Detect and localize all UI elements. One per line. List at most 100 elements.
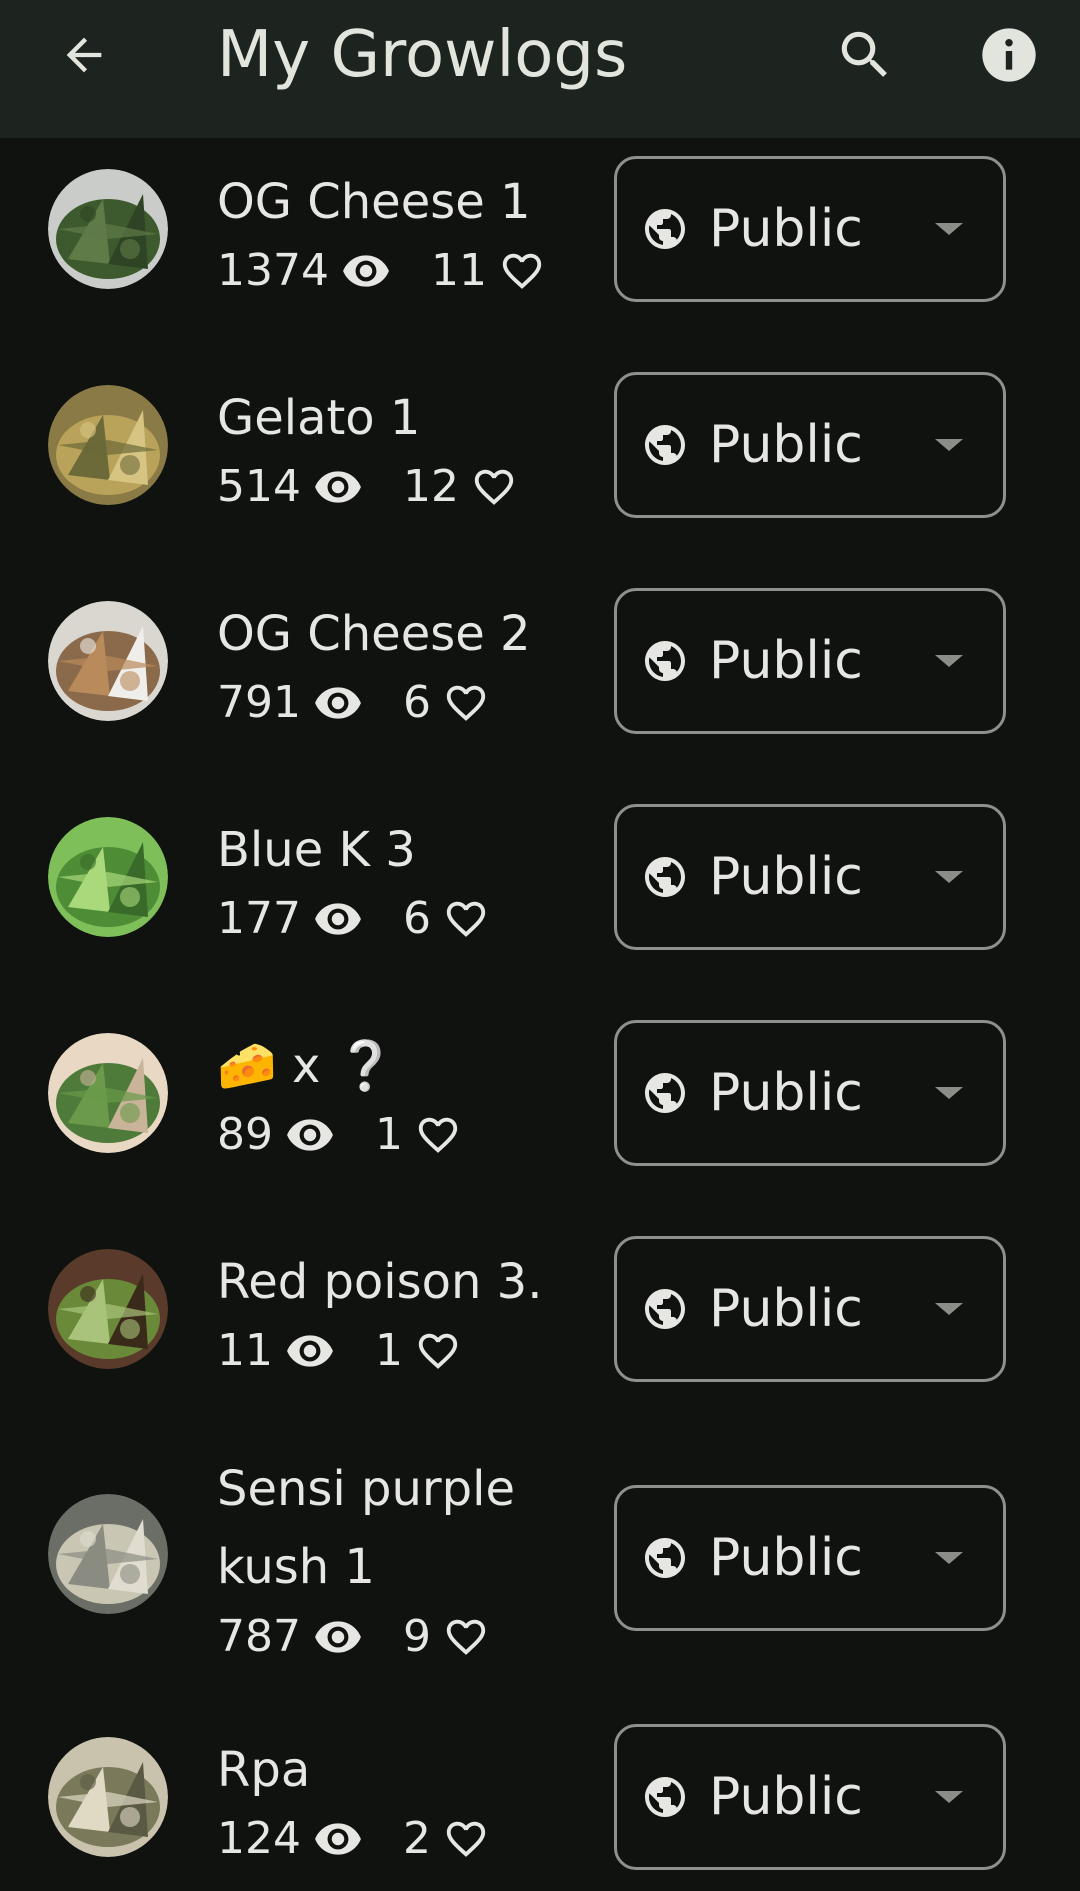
- views-icon: [315, 903, 361, 935]
- growlog-info[interactable]: Blue K 3 177 6: [217, 812, 577, 950]
- growlog-name: 🧀 x ❔: [217, 1038, 396, 1094]
- growlog-row[interactable]: Rpa 124 2 Public: [0, 1722, 1080, 1872]
- search-icon: [841, 31, 887, 77]
- growlog-avatar[interactable]: [48, 1249, 168, 1369]
- views-icon: [315, 687, 361, 719]
- likes-stat: 11: [431, 240, 545, 302]
- likes-stat: 12: [403, 456, 517, 518]
- growlog-avatar[interactable]: [48, 385, 168, 505]
- visibility-label: Public: [709, 847, 863, 907]
- growlog-row[interactable]: 🧀 x ❔ 89 1 Public: [0, 1018, 1080, 1168]
- views-count: 124: [217, 1813, 301, 1864]
- likes-count: 6: [402, 893, 431, 944]
- visibility-dropdown[interactable]: Public: [614, 1020, 1006, 1166]
- growlog-stats: 89 1: [217, 1104, 577, 1166]
- likes-count: 11: [430, 245, 487, 296]
- visibility-dropdown[interactable]: Public: [614, 804, 1006, 950]
- likes-stat: 6: [403, 888, 489, 950]
- growlog-stats: 791 6: [217, 672, 577, 734]
- growlog-row[interactable]: Sensi purple kush 1 787 9 Public: [0, 1450, 1080, 1666]
- views-stat: 11: [217, 1320, 335, 1382]
- growlog-row[interactable]: Blue K 3 177 6 Public: [0, 802, 1080, 952]
- likes-icon: [446, 1619, 486, 1655]
- back-button[interactable]: [48, 14, 120, 96]
- info-button[interactable]: [968, 14, 1050, 96]
- visibility-dropdown[interactable]: Public: [614, 588, 1006, 734]
- likes-icon: [474, 469, 514, 505]
- visibility-label: Public: [709, 631, 863, 691]
- growlog-stats: 787 9: [217, 1606, 577, 1668]
- views-count: 787: [217, 1611, 301, 1662]
- growlog-list[interactable]: OG Cheese 1 1374 11 Public Gelato 1 514 12…: [0, 138, 1080, 1891]
- growlog-avatar[interactable]: [48, 601, 168, 721]
- dropdown-caret-icon: [935, 1791, 963, 1803]
- search-button[interactable]: [826, 14, 904, 96]
- growlog-info[interactable]: OG Cheese 2 791 6: [217, 596, 577, 734]
- visibility-dropdown[interactable]: Public: [614, 1485, 1006, 1631]
- growlog-stats: 11 1: [217, 1320, 577, 1382]
- dropdown-caret-icon: [935, 439, 963, 451]
- globe-icon: [645, 1538, 685, 1578]
- dropdown-caret-icon: [935, 655, 963, 667]
- views-stat: 1374: [217, 240, 391, 302]
- visibility-label: Public: [709, 1528, 863, 1588]
- views-count: 11: [217, 1325, 273, 1376]
- visibility-dropdown[interactable]: Public: [614, 1724, 1006, 1870]
- likes-icon: [446, 901, 486, 937]
- page-title: My Growlogs: [217, 18, 628, 92]
- dropdown-caret-icon: [935, 871, 963, 883]
- globe-icon: [645, 1777, 685, 1817]
- views-icon: [315, 1621, 361, 1653]
- growlog-avatar[interactable]: [48, 169, 168, 289]
- info-icon: [982, 28, 1036, 82]
- views-stat: 514: [217, 456, 363, 518]
- dropdown-caret-icon: [935, 1552, 963, 1564]
- visibility-label: Public: [709, 1767, 863, 1827]
- visibility-label: Public: [709, 1063, 863, 1123]
- visibility-dropdown[interactable]: Public: [614, 372, 1006, 518]
- growlog-info[interactable]: OG Cheese 1 1374 11: [217, 164, 577, 302]
- growlog-row[interactable]: Red poison 3. 11 1 Public: [0, 1234, 1080, 1384]
- growlog-stats: 1374 11: [217, 240, 577, 302]
- globe-icon: [645, 425, 685, 465]
- likes-icon: [418, 1333, 458, 1369]
- views-icon: [287, 1119, 333, 1151]
- growlog-avatar[interactable]: [48, 1737, 168, 1857]
- growlog-avatar[interactable]: [48, 817, 168, 937]
- likes-stat: 9: [403, 1606, 489, 1668]
- growlog-avatar[interactable]: [48, 1033, 168, 1153]
- growlog-info[interactable]: 🧀 x ❔ 89 1: [217, 1028, 577, 1166]
- visibility-label: Public: [709, 415, 863, 475]
- growlog-name: Rpa: [217, 1742, 311, 1798]
- globe-icon: [645, 209, 685, 249]
- growlog-stats: 124 2: [217, 1808, 577, 1870]
- visibility-dropdown[interactable]: Public: [614, 156, 1006, 302]
- globe-icon: [645, 1073, 685, 1113]
- growlog-row[interactable]: Gelato 1 514 12 Public: [0, 370, 1080, 520]
- views-count: 177: [217, 893, 301, 944]
- likes-count: 1: [375, 1325, 403, 1376]
- likes-stat: 2: [403, 1808, 489, 1870]
- views-stat: 791: [217, 672, 363, 734]
- views-stat: 177: [217, 888, 363, 950]
- globe-icon: [645, 857, 685, 897]
- likes-count: 1: [375, 1109, 403, 1160]
- views-count: 89: [217, 1109, 273, 1160]
- views-icon: [315, 1823, 361, 1855]
- arrow-back-icon: [66, 37, 102, 73]
- growlog-name: Red poison 3.: [217, 1254, 543, 1310]
- growlog-row[interactable]: OG Cheese 2 791 6 Public: [0, 586, 1080, 736]
- growlog-name: Sensi purple kush 1: [217, 1461, 515, 1595]
- visibility-label: Public: [709, 1279, 863, 1339]
- likes-stat: 6: [403, 672, 489, 734]
- views-icon: [315, 471, 361, 503]
- growlog-info[interactable]: Rpa 124 2: [217, 1732, 577, 1870]
- growlog-stats: 514 12: [217, 456, 577, 518]
- visibility-dropdown[interactable]: Public: [614, 1236, 1006, 1382]
- growlog-avatar[interactable]: [48, 1494, 168, 1614]
- growlog-info[interactable]: Red poison 3. 11 1: [217, 1244, 577, 1382]
- growlog-info[interactable]: Sensi purple kush 1 787 9: [217, 1450, 577, 1668]
- growlog-row[interactable]: OG Cheese 1 1374 11 Public: [0, 154, 1080, 304]
- likes-count: 6: [402, 677, 431, 728]
- growlog-info[interactable]: Gelato 1 514 12: [217, 380, 577, 518]
